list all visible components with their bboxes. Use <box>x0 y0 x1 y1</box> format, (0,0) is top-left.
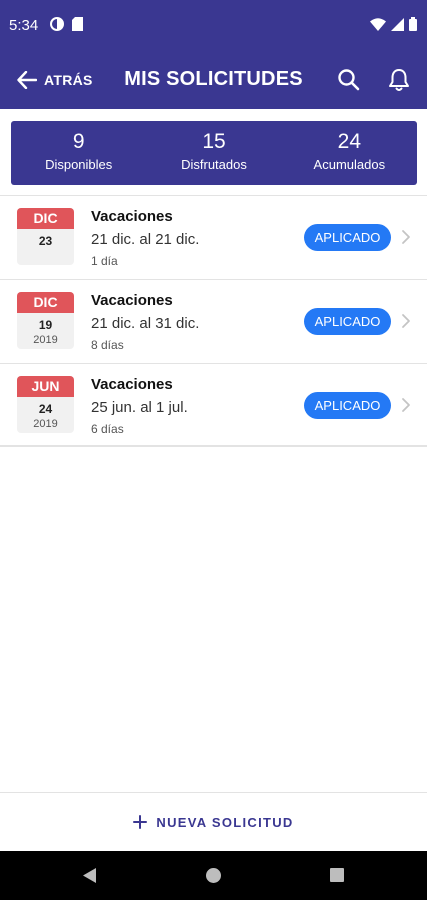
status-system-icons <box>370 17 417 31</box>
summary-accumulated: 24 Acumulados <box>282 121 417 185</box>
request-item[interactable]: DIC 19 2019 Vacaciones 21 dic. al 31 dic… <box>0 279 427 363</box>
calendar-month: JUN <box>17 376 74 397</box>
wifi-icon <box>370 17 386 31</box>
request-type: Vacaciones <box>91 208 173 225</box>
calendar-year: 2019 <box>33 334 58 346</box>
chevron-right-icon <box>402 398 410 412</box>
battery-icon <box>409 17 417 31</box>
request-dates: 21 dic. al 31 dic. <box>91 315 200 332</box>
sd-card-icon <box>72 17 83 31</box>
nav-recents-icon[interactable] <box>330 868 344 882</box>
system-nav-bar <box>0 851 427 900</box>
request-dates: 21 dic. al 21 dic. <box>91 231 200 248</box>
summary-value: 9 <box>72 130 85 153</box>
request-days: 8 días <box>91 338 124 352</box>
calendar-day: 19 <box>38 318 53 332</box>
notification-app-icon <box>50 17 64 31</box>
request-list: DIC 23 Vacaciones 21 dic. al 21 dic. 1 d… <box>0 195 427 447</box>
status-badge: APLICADO <box>304 308 391 335</box>
calendar-day: 24 <box>38 402 53 416</box>
calendar-year: 2019 <box>33 418 58 430</box>
bell-icon <box>389 69 409 91</box>
app-bar: ATRÁS MIS SOLICITUDES <box>0 50 427 109</box>
chevron-right-icon <box>402 314 410 328</box>
new-request-label: NUEVA SOLICITUD <box>156 814 294 830</box>
calendar-month: DIC <box>17 292 74 313</box>
summary-label: Disponibles <box>45 157 113 172</box>
search-icon <box>338 69 360 91</box>
nav-home-icon[interactable] <box>206 868 221 883</box>
status-bar: 5:34 <box>0 0 427 50</box>
search-button[interactable] <box>336 67 362 93</box>
request-item[interactable]: DIC 23 Vacaciones 21 dic. al 21 dic. 1 d… <box>0 195 427 279</box>
chevron-right-icon <box>402 230 410 244</box>
calendar-date-icon: DIC 19 2019 <box>17 292 74 349</box>
calendar-date-icon: JUN 24 2019 <box>17 376 74 433</box>
vacation-summary-card: 9 Disponibles 15 Disfrutados 24 Acumulad… <box>11 121 417 185</box>
status-badge: APLICADO <box>304 224 391 251</box>
calendar-date-icon: DIC 23 <box>17 208 74 265</box>
request-dates: 25 jun. al 1 jul. <box>91 399 188 416</box>
summary-value: 24 <box>337 130 361 153</box>
status-notification-icons <box>50 17 83 31</box>
summary-enjoyed: 15 Disfrutados <box>146 121 281 185</box>
request-type: Vacaciones <box>91 376 173 393</box>
summary-available: 9 Disponibles <box>11 121 146 185</box>
calendar-day: 23 <box>38 234 53 248</box>
request-days: 1 día <box>91 254 118 268</box>
summary-label: Acumulados <box>313 157 386 172</box>
cell-signal-icon <box>391 17 404 31</box>
summary-value: 15 <box>202 130 226 153</box>
calendar-month: DIC <box>17 208 74 229</box>
request-days: 6 días <box>91 422 124 436</box>
request-item[interactable]: JUN 24 2019 Vacaciones 25 jun. al 1 jul.… <box>0 363 427 447</box>
request-type: Vacaciones <box>91 292 173 309</box>
notifications-button[interactable] <box>386 67 412 93</box>
summary-label: Disfrutados <box>181 157 247 172</box>
new-request-button[interactable]: NUEVA SOLICITUD <box>0 792 427 851</box>
status-time: 5:34 <box>9 17 39 34</box>
plus-icon <box>133 815 148 829</box>
status-badge: APLICADO <box>304 392 391 419</box>
nav-back-icon[interactable] <box>82 867 97 884</box>
page-title: MIS SOLICITUDES <box>124 68 303 90</box>
